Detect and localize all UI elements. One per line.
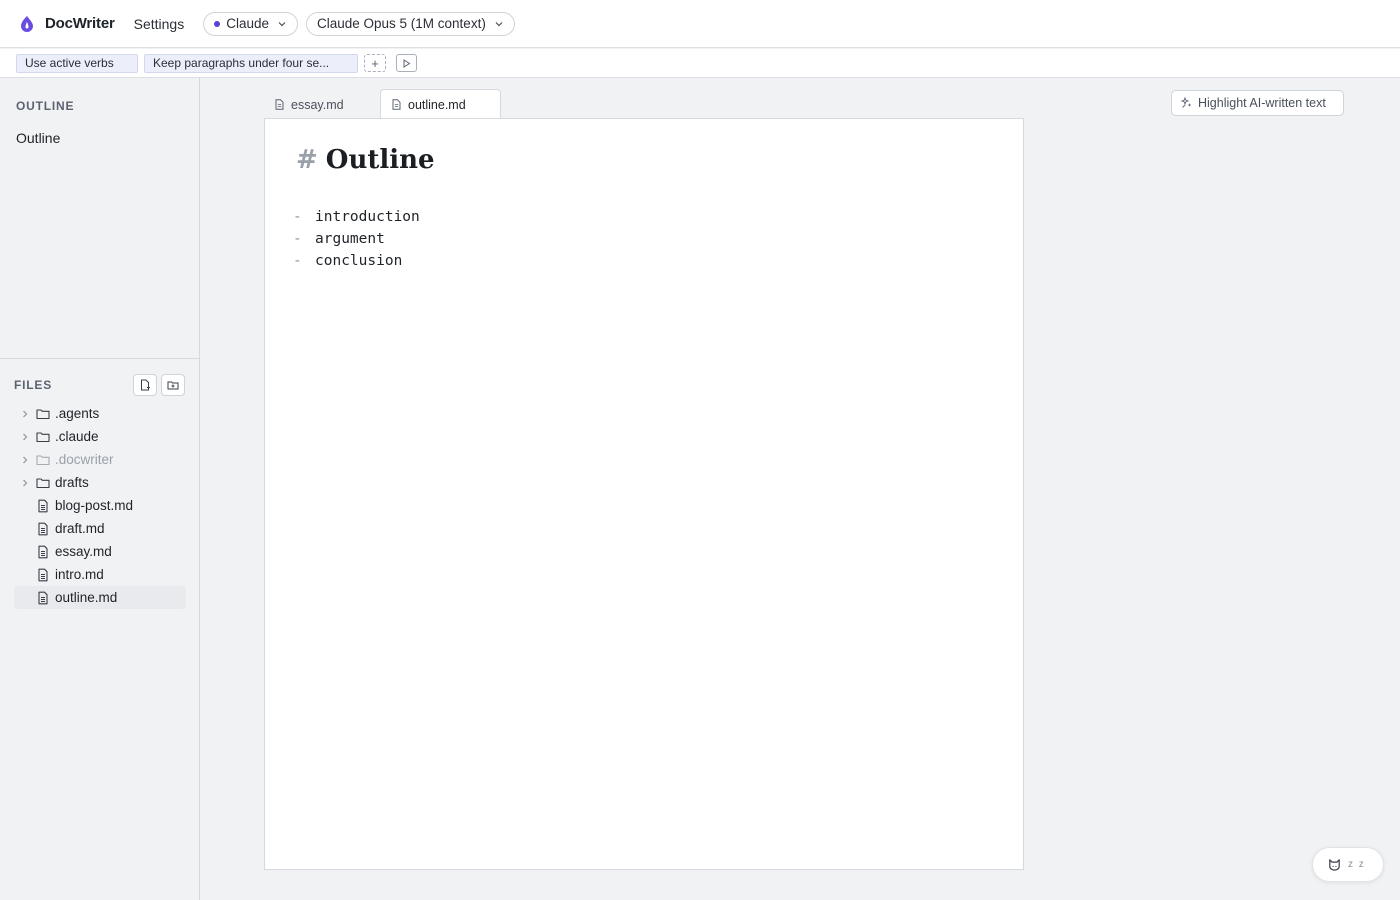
folder-item[interactable]: .agents xyxy=(14,402,186,425)
tab-essay-md[interactable]: essay.md xyxy=(264,90,380,119)
chevron-right-icon xyxy=(23,410,28,417)
tree-item-label: intro.md xyxy=(55,567,104,582)
tab-label: essay.md xyxy=(291,97,344,112)
new-file-button[interactable] xyxy=(133,374,157,396)
tree-item-label: .agents xyxy=(55,406,100,421)
outline-title: OUTLINE xyxy=(16,99,75,113)
tree-item-label: .docwriter xyxy=(55,452,114,467)
chevron-right-icon xyxy=(23,456,28,463)
file-item[interactable]: blog-post.md xyxy=(14,494,186,517)
play-icon xyxy=(403,58,411,68)
tree-item-label: draft.md xyxy=(55,521,105,536)
add-rule-button[interactable]: + xyxy=(364,54,386,72)
status-text: z z xyxy=(1348,859,1366,870)
file-icon xyxy=(275,99,284,110)
heading-text: Outline xyxy=(325,145,435,175)
editor-tabs: essay.md outline.md xyxy=(264,89,501,119)
chevron-down-icon xyxy=(278,21,286,26)
app-logo[interactable]: DocWriter xyxy=(18,15,115,33)
tree-item-label: .claude xyxy=(55,429,99,444)
file-item[interactable]: draft.md xyxy=(14,517,186,540)
rules-bar: Use active verbs Keep paragraphs under f… xyxy=(0,49,1400,78)
cat-icon xyxy=(1329,859,1340,871)
file-tree: .agents .claude .docwriter drafts blog-post.… xyxy=(14,402,186,609)
file-icon xyxy=(38,545,48,558)
list-marker: - xyxy=(293,231,302,247)
list-item-text: conclusion xyxy=(315,253,403,269)
tree-item-label: blog-post.md xyxy=(55,498,134,513)
file-icon xyxy=(38,591,48,604)
folder-item[interactable]: .docwriter xyxy=(14,448,186,471)
highlight-ai-text-label: Highlight AI-written text xyxy=(1198,96,1326,110)
settings-link[interactable]: Settings xyxy=(134,16,185,32)
list-marker: - xyxy=(293,209,302,225)
run-rules-button[interactable] xyxy=(396,54,417,72)
new-folder-button[interactable] xyxy=(161,374,185,396)
file-icon xyxy=(38,499,48,512)
file-icon xyxy=(38,568,48,581)
highlight-ai-text-button[interactable]: Highlight AI-written text xyxy=(1171,90,1344,116)
provider-select[interactable]: Claude xyxy=(203,11,298,36)
files-title: FILES xyxy=(14,378,53,392)
tab-outline-md[interactable]: outline.md xyxy=(380,89,501,119)
list-item-text: introduction xyxy=(315,209,420,225)
folder-item[interactable]: .claude xyxy=(14,425,186,448)
flame-logo-icon xyxy=(21,15,33,32)
file-icon xyxy=(392,99,401,110)
heading-marker: # xyxy=(296,145,318,175)
top-bar: DocWriter Settings Claude Claude Opus 5 … xyxy=(0,0,1400,48)
new-file-icon xyxy=(141,379,150,391)
agent-status-pill[interactable]: z z xyxy=(1312,847,1384,882)
list-item: - argument xyxy=(293,228,420,250)
folder-icon xyxy=(36,431,50,442)
rule-chip[interactable]: Keep paragraphs under four se... xyxy=(144,53,358,73)
folder-item[interactable]: drafts xyxy=(14,471,186,494)
list-item: - conclusion xyxy=(293,250,420,272)
chevron-right-icon xyxy=(23,433,28,440)
provider-label: Claude xyxy=(226,16,269,31)
files-section: FILES .agents .claude .docwriter drafts blog… xyxy=(0,359,199,609)
model-label: Claude Opus 5 (1M context) xyxy=(316,16,486,31)
list-item: - introduction xyxy=(293,206,420,228)
outline-section: OUTLINE Outline xyxy=(0,78,199,359)
folder-icon xyxy=(36,477,50,488)
file-icon xyxy=(38,522,48,535)
chevron-down-icon xyxy=(495,21,503,26)
tree-item-label: outline.md xyxy=(55,590,118,605)
file-item[interactable]: essay.md xyxy=(14,540,186,563)
app-title: DocWriter xyxy=(45,15,115,32)
list-item-text: argument xyxy=(315,231,385,247)
document-editor[interactable]: # Outline - introduction - argument - conclus… xyxy=(264,118,1024,870)
document-heading[interactable]: # Outline xyxy=(296,145,435,175)
folder-icon xyxy=(36,408,50,419)
folder-icon xyxy=(36,454,50,465)
rule-chip[interactable]: Use active verbs xyxy=(16,53,138,73)
chevron-right-icon xyxy=(23,479,28,486)
sidebar: OUTLINE Outline FILES .agents .claude .doc… xyxy=(0,78,200,900)
file-item[interactable]: intro.md xyxy=(14,563,186,586)
sparkle-icon xyxy=(1181,97,1192,108)
file-item[interactable]: outline.md xyxy=(14,586,186,609)
model-select[interactable]: Claude Opus 5 (1M context) xyxy=(305,11,515,36)
new-folder-icon xyxy=(167,381,179,390)
list-marker: - xyxy=(293,253,302,269)
outline-item[interactable]: Outline xyxy=(16,130,183,146)
tree-item-label: essay.md xyxy=(55,544,112,559)
tree-item-label: drafts xyxy=(55,475,89,490)
document-list[interactable]: - introduction - argument - conclusion xyxy=(293,206,420,272)
tab-label: outline.md xyxy=(408,97,466,112)
provider-status-dot xyxy=(214,20,221,27)
